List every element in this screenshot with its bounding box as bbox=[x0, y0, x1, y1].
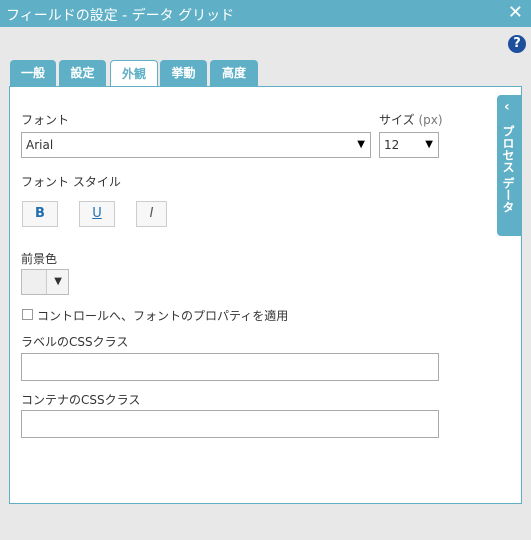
size-dropdown-icon: ▼ bbox=[425, 139, 433, 150]
chevron-left-icon: ‹ bbox=[504, 99, 510, 115]
label-css-input[interactable] bbox=[21, 353, 439, 381]
font-label: フォント bbox=[21, 113, 70, 127]
container-css-label: コンテナのCSSクラス bbox=[21, 393, 141, 407]
tab-general[interactable]: 一般 bbox=[10, 60, 56, 87]
color-swatch bbox=[22, 270, 47, 294]
tab-appearance[interactable]: 外観 bbox=[110, 60, 158, 88]
size-select[interactable]: 12 ▼ bbox=[379, 132, 439, 158]
size-select-value: 12 bbox=[384, 138, 400, 152]
tab-settings[interactable]: 設定 bbox=[59, 60, 106, 87]
help-icon[interactable]: ? bbox=[508, 35, 526, 53]
underline-button[interactable]: U bbox=[79, 201, 115, 227]
bold-button[interactable]: B bbox=[22, 201, 58, 227]
apply-font-checkbox[interactable] bbox=[22, 309, 33, 320]
font-style-label: フォント スタイル bbox=[21, 175, 121, 189]
label-css-label: ラベルのCSSクラス bbox=[21, 335, 129, 349]
size-unit: (px) bbox=[418, 113, 443, 127]
close-icon[interactable]: ✕ bbox=[508, 2, 523, 23]
font-select-value: Arial bbox=[26, 138, 54, 152]
window-title: フィールドの設定 - データ グリッド bbox=[6, 8, 235, 24]
footer-bar bbox=[0, 504, 531, 540]
process-data-label: プロセス データ bbox=[501, 125, 515, 214]
color-dropdown-icon: ▼ bbox=[54, 276, 62, 287]
title-bar: フィールドの設定 - データ グリッド ✕ bbox=[0, 0, 531, 27]
apply-font-label: コントロールへ、フォントのプロパティを適用 bbox=[37, 309, 289, 323]
process-data-tab[interactable]: ‹ プロセス データ bbox=[497, 95, 522, 236]
foreground-color-label: 前景色 bbox=[21, 252, 58, 266]
tab-behavior[interactable]: 挙動 bbox=[160, 60, 207, 87]
italic-button[interactable]: I bbox=[136, 201, 167, 227]
tab-advanced[interactable]: 高度 bbox=[210, 60, 258, 87]
font-select[interactable]: Arial ▼ bbox=[21, 132, 371, 158]
foreground-color-picker[interactable]: ▼ bbox=[21, 269, 69, 295]
container-css-input[interactable] bbox=[21, 410, 439, 438]
font-dropdown-icon: ▼ bbox=[357, 139, 365, 150]
size-label: サイズ (px) bbox=[379, 113, 443, 127]
